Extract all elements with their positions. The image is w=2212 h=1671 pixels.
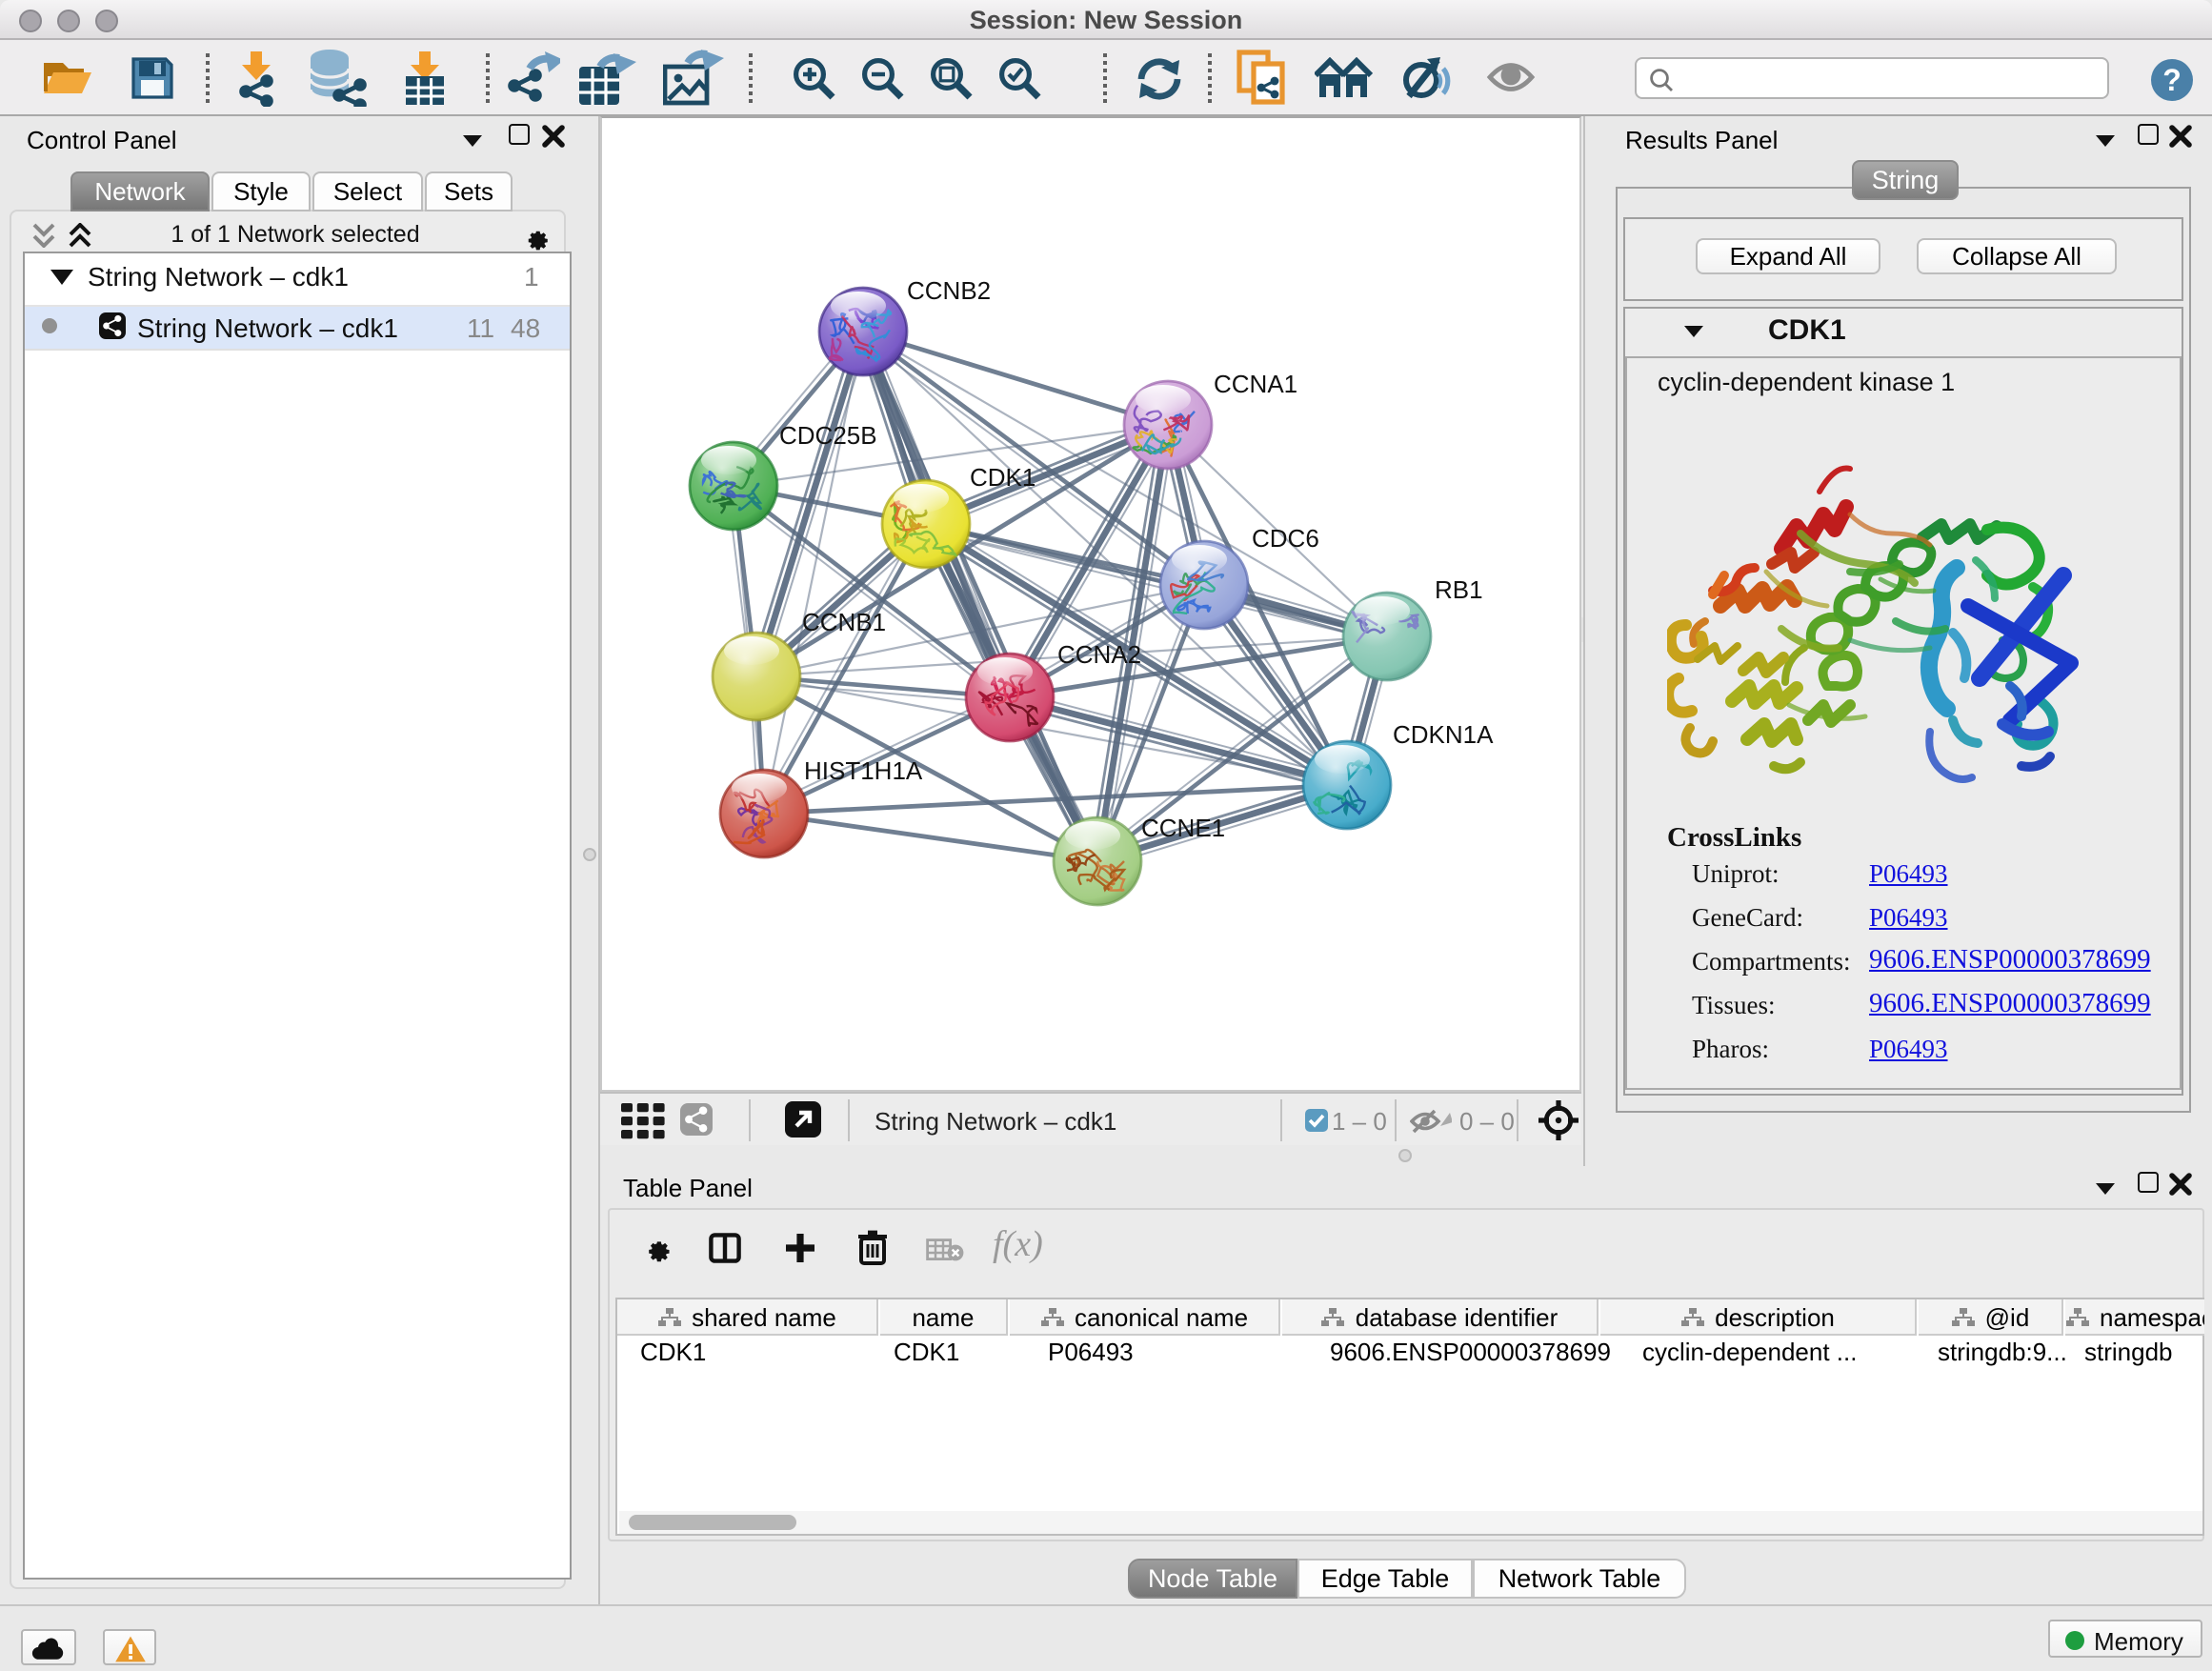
svg-text:CCNE1: CCNE1 (1141, 814, 1225, 842)
svg-text:CCNB2: CCNB2 (907, 276, 991, 305)
svg-text:CDK1: CDK1 (970, 463, 1036, 492)
svg-text:CCNB1: CCNB1 (802, 608, 886, 636)
svg-text:?: ? (2162, 63, 2182, 97)
svg-text:CDC25B: CDC25B (779, 421, 877, 450)
svg-text:CCNA2: CCNA2 (1057, 640, 1141, 669)
svg-text:CDC6: CDC6 (1252, 524, 1319, 553)
svg-text:CDKN1A: CDKN1A (1393, 720, 1494, 749)
svg-text:CCNA1: CCNA1 (1214, 370, 1297, 398)
svg-text:RB1: RB1 (1435, 575, 1483, 604)
svg-text:HIST1H1A: HIST1H1A (804, 756, 923, 785)
